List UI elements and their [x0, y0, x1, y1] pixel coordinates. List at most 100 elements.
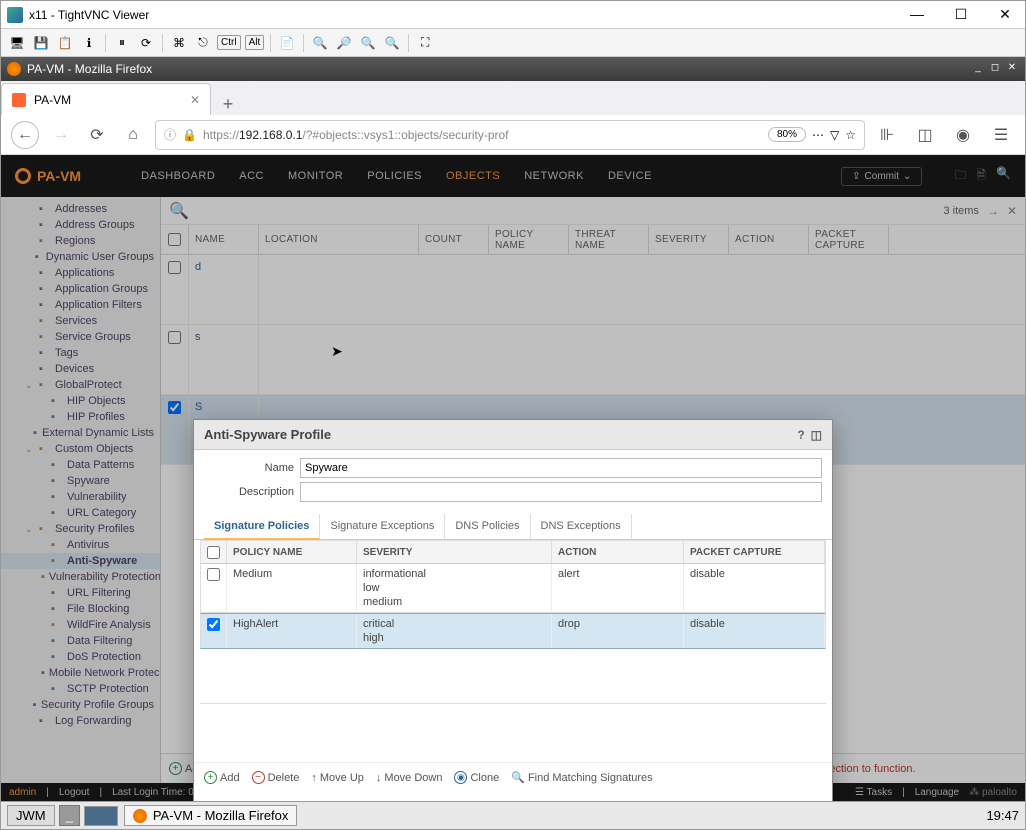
move-down-button[interactable]: ↓ Move Down [376, 772, 443, 784]
sidebar-item-security-profile-groups[interactable]: ▪Security Profile Groups [1, 697, 160, 713]
sidebar-item-services[interactable]: ▪Services [1, 313, 160, 329]
col-severity[interactable]: SEVERITY [357, 541, 552, 563]
sidebar-item-application-groups[interactable]: ▪Application Groups [1, 281, 160, 297]
library-icon[interactable]: ⊪ [873, 121, 901, 149]
table-row[interactable]: d [161, 255, 1025, 325]
sidebar-item-dynamic-user-groups[interactable]: ▪Dynamic User Groups [1, 249, 160, 265]
window-maximize-button[interactable]: ☐ [947, 6, 975, 23]
nav-network[interactable]: NETWORK [524, 170, 584, 182]
sidebar-item-wildfire-analysis[interactable]: ▪WildFire Analysis [1, 617, 160, 633]
row-checkbox[interactable] [168, 261, 181, 274]
ff-close-button[interactable]: ✕ [1005, 62, 1019, 76]
sidebar-item-url-filtering[interactable]: ▪URL Filtering [1, 585, 160, 601]
header-severity[interactable]: SEVERITY [649, 225, 729, 254]
sidebar-item-hip-objects[interactable]: ▪HIP Objects [1, 393, 160, 409]
pager[interactable] [84, 806, 118, 826]
header-policy[interactable]: POLICY NAME [489, 225, 569, 254]
language-link[interactable]: Language [915, 787, 960, 798]
export-icon[interactable]: 🗎 [976, 166, 986, 187]
nav-acc[interactable]: ACC [239, 170, 264, 182]
search-input[interactable] [197, 200, 936, 222]
nav-dashboard[interactable]: DASHBOARD [141, 170, 215, 182]
window-minimize-button[interactable]: — [903, 6, 931, 23]
site-info-icon[interactable]: ⓘ [164, 126, 176, 143]
sidebar-item-file-blocking[interactable]: ▪File Blocking [1, 601, 160, 617]
sidebar-item-vulnerability[interactable]: ▪Vulnerability [1, 489, 160, 505]
sidebar-icon[interactable]: ◫ [911, 121, 939, 149]
back-button[interactable]: ← [11, 121, 39, 149]
modal-add-button[interactable]: +Add [204, 771, 240, 784]
page-actions-icon[interactable]: ⋯ [812, 128, 824, 142]
sidebar-item-globalprotect[interactable]: ⌄▪GlobalProtect [1, 377, 160, 393]
profile-link[interactable]: d [195, 261, 201, 273]
sidebar-item-hip-profiles[interactable]: ▪HIP Profiles [1, 409, 160, 425]
window-close-button[interactable]: ✕ [991, 6, 1019, 23]
tab-dns-exceptions[interactable]: DNS Exceptions [531, 514, 632, 539]
next-arrow-icon[interactable]: → [987, 204, 999, 218]
sidebar-item-spyware[interactable]: ▪Spyware [1, 473, 160, 489]
logout-link[interactable]: Logout [59, 787, 90, 798]
sidebar-item-mobile-network-protec[interactable]: ▪Mobile Network Protec [1, 665, 160, 681]
table-row[interactable]: s [161, 325, 1025, 395]
sidebar-item-custom-objects[interactable]: ⌄▪Custom Objects [1, 441, 160, 457]
nav-device[interactable]: DEVICE [608, 170, 652, 182]
pause-icon[interactable]: ⏸ [112, 33, 132, 53]
name-input[interactable] [300, 458, 822, 478]
nav-policies[interactable]: POLICIES [367, 170, 422, 182]
sidebar-item-application-filters[interactable]: ▪Application Filters [1, 297, 160, 313]
sidebar-item-log-forwarding[interactable]: ▪Log Forwarding [1, 713, 160, 729]
tab-signature-policies[interactable]: Signature Policies [204, 514, 320, 540]
header-name[interactable]: NAME [189, 225, 259, 254]
zoom-out-icon[interactable]: 🔎 [334, 33, 354, 53]
modal-help-icon[interactable]: ? [797, 428, 804, 442]
tab-dns-policies[interactable]: DNS Policies [445, 514, 530, 539]
jwm-menu-button[interactable]: JWM [7, 805, 55, 826]
sidebar-item-regions[interactable]: ▪Regions [1, 233, 160, 249]
profile-link[interactable]: s [195, 331, 201, 343]
search-icon[interactable]: 🔍 [996, 166, 1011, 187]
close-search-icon[interactable]: ✕ [1007, 204, 1017, 218]
cad-icon[interactable]: ⌘ [169, 33, 189, 53]
bookmark-star-icon[interactable]: ☆ [845, 128, 856, 142]
sidebar-item-service-groups[interactable]: ▪Service Groups [1, 329, 160, 345]
zoom-100-icon[interactable]: 🔍 [358, 33, 378, 53]
select-all-checkbox[interactable] [168, 233, 181, 246]
new-connection-icon[interactable]: 🖥 [7, 33, 27, 53]
forward-button[interactable]: → [47, 121, 75, 149]
description-input[interactable] [300, 482, 822, 502]
nav-objects[interactable]: OBJECTS [446, 170, 500, 182]
sidebar-item-tags[interactable]: ▪Tags [1, 345, 160, 361]
zoom-badge[interactable]: 80% [768, 127, 806, 142]
find-matching-button[interactable]: 🔍 Find Matching Signatures [511, 771, 652, 784]
header-count[interactable]: COUNT [419, 225, 489, 254]
modal-expand-icon[interactable]: ◫ [811, 428, 822, 442]
show-desktop-button[interactable]: _ [59, 805, 80, 826]
zoom-auto-icon[interactable]: 🔍 [382, 33, 402, 53]
sidebar-item-address-groups[interactable]: ▪Address Groups [1, 217, 160, 233]
modal-clone-button[interactable]: ◉Clone [454, 771, 499, 784]
row-checkbox[interactable] [168, 401, 181, 414]
tab-signature-exceptions[interactable]: Signature Exceptions [320, 514, 445, 539]
menu-icon[interactable]: ☰ [987, 121, 1015, 149]
modal-delete-button[interactable]: −Delete [252, 771, 300, 784]
modal-table-row[interactable]: HighAlertcriticalhighdropdisable [200, 613, 826, 649]
sidebar-item-data-patterns[interactable]: ▪Data Patterns [1, 457, 160, 473]
sidebar-item-antivirus[interactable]: ▪Antivirus [1, 537, 160, 553]
status-user[interactable]: admin [9, 787, 36, 798]
save-icon[interactable]: 💾 [31, 33, 51, 53]
modal-header[interactable]: Anti-Spyware Profile ? ◫ [194, 420, 832, 450]
tasks-link[interactable]: ☰ Tasks [855, 787, 892, 798]
tab-close-icon[interactable]: ✕ [190, 93, 200, 107]
alt-key-button[interactable]: Alt [245, 35, 265, 50]
reload-button[interactable]: ⟳ [83, 121, 111, 149]
ctrlesc-icon[interactable]: ⎋ [193, 33, 213, 53]
sidebar-item-applications[interactable]: ▪Applications [1, 265, 160, 281]
taskbar-app[interactable]: PA-VM - Mozilla Firefox [124, 805, 298, 826]
search-icon[interactable]: 🔍 [169, 201, 189, 221]
refresh-icon[interactable]: ⟳ [136, 33, 156, 53]
header-threat[interactable]: THREAT NAME [569, 225, 649, 254]
sidebar-item-dos-protection[interactable]: ▪DoS Protection [1, 649, 160, 665]
fullscreen-icon[interactable]: ⛶ [415, 33, 435, 53]
row-checkbox[interactable] [168, 331, 181, 344]
account-icon[interactable]: ◉ [949, 121, 977, 149]
